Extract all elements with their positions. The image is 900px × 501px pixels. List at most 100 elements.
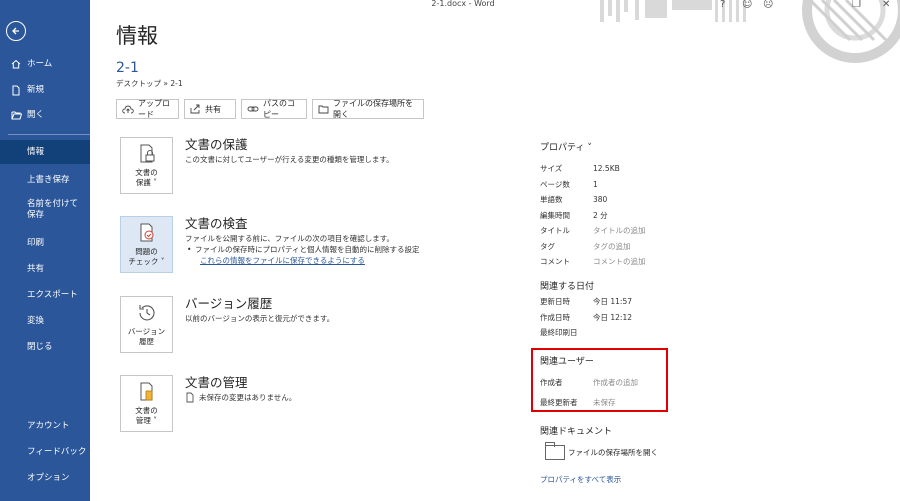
property-key: ページ数 — [540, 179, 570, 189]
property-value: 今日 12:12 — [593, 312, 632, 322]
sidebar-item-label: 名前を付けて保存 — [27, 199, 79, 220]
copy-path-button[interactable]: パスのコピー — [241, 99, 307, 119]
manage-button-label: 文書の 管理 ˅ — [135, 406, 158, 425]
sidebar-item-label: アカウント — [27, 420, 70, 431]
property-key: タイトル — [540, 226, 570, 236]
sidebar-item-print[interactable]: 印刷 — [0, 236, 90, 250]
sidebar-item-label: 上書き保存 — [27, 174, 70, 185]
related-dates-heading: 関連する日付 — [540, 282, 595, 292]
sidebar-item-label: オプション — [27, 472, 70, 483]
share-icon — [190, 104, 201, 114]
restore-window-icon[interactable]: ❐ — [852, 0, 861, 10]
version-history-button-label: バージョン 履歴 — [127, 327, 166, 346]
sidebar-item-info[interactable]: 情報 — [0, 140, 90, 164]
property-key: 単語数 — [540, 195, 563, 205]
inspect-description: ファイルを公開する前に、ファイルの次の項目を確認します。 — [185, 234, 395, 243]
related-documents-heading: 関連ドキュメント — [540, 427, 613, 437]
sidebar-item-close[interactable]: 閉じる — [0, 340, 90, 354]
open-folder-icon — [10, 111, 22, 120]
person-row: 作成者 作成者の追加 — [540, 372, 880, 392]
check-for-issues-button[interactable]: 問題の チェック ˅ — [120, 216, 173, 273]
share-label: 共有 — [205, 104, 221, 114]
sidebar-item-transform[interactable]: 変換 — [0, 314, 90, 328]
sidebar-item-open[interactable]: 開く — [0, 108, 90, 122]
sidebar-item-save-as[interactable]: 名前を付けて保存 — [0, 198, 90, 222]
help-icon[interactable]: ? — [720, 0, 725, 10]
property-value: 1 — [593, 179, 598, 189]
sidebar-item-share[interactable]: 共有 — [0, 262, 90, 276]
property-row: 編集時間 2 分 — [540, 208, 880, 224]
sidebar-item-save[interactable]: 上書き保存 — [0, 173, 90, 187]
property-row: サイズ 12.5KB — [540, 161, 880, 177]
close-window-icon[interactable]: ✕ — [882, 0, 890, 10]
sidebar-item-new[interactable]: 新規 — [0, 83, 90, 97]
open-file-location-label: ファイルの保存場所を開く — [333, 99, 413, 119]
add-author-field[interactable]: 作成者の追加 — [593, 377, 638, 388]
open-file-location-button[interactable]: ファイルの保存場所を開く — [312, 99, 424, 119]
property-key: 作成者 — [540, 377, 563, 387]
sidebar-item-label: 印刷 — [27, 237, 45, 248]
frown-feedback-icon[interactable]: ☹ — [763, 0, 773, 10]
backstage-sidebar: ホーム 新規 開く 情報 上書き保存 名前を付けて保存 印刷 共有 エクスポート… — [0, 0, 90, 501]
date-row: 最終印刷日 — [540, 325, 880, 341]
property-key: サイズ — [540, 164, 563, 174]
share-button[interactable]: 共有 — [184, 99, 236, 119]
folder-icon — [545, 442, 565, 460]
sidebar-item-label: 共有 — [27, 263, 45, 274]
manage-document-section: 文書の 管理 ˅ 文書の管理 未保存の変更はありません。 — [120, 375, 510, 435]
property-value: 2 分 — [593, 210, 608, 220]
back-arrow-icon — [12, 27, 19, 35]
sidebar-item-label: エクスポート — [27, 289, 78, 300]
sidebar-item-label: フィードバック — [27, 446, 87, 457]
section-title: 文書の検査 — [185, 216, 248, 231]
property-key: 編集時間 — [540, 210, 570, 220]
folder-icon — [318, 105, 329, 114]
property-key: 作成日時 — [540, 312, 570, 322]
properties-dropdown[interactable]: プロパティ ˅ — [540, 140, 880, 153]
sidebar-item-export[interactable]: エクスポート — [0, 288, 90, 302]
tags-field[interactable]: タグの追加 — [593, 241, 631, 252]
upload-icon — [122, 105, 134, 114]
lock-document-icon — [140, 144, 154, 163]
property-row: タグ タグの追加 — [540, 239, 880, 255]
sidebar-item-options[interactable]: オプション — [0, 471, 90, 485]
sidebar-item-account[interactable]: アカウント — [0, 419, 90, 433]
version-history-button[interactable]: バージョン 履歴 — [120, 296, 173, 353]
document-action-bar: アップロード 共有 パスのコピー ファイルの保存場所を開く — [116, 99, 424, 119]
section-title: バージョン履歴 — [185, 296, 273, 311]
date-row: 更新日時 今日 11:57 — [540, 294, 880, 310]
sidebar-item-label: 情報 — [27, 146, 45, 157]
version-history-section: バージョン 履歴 バージョン履歴 以前のバージョンの表示と復元ができます。 — [120, 296, 510, 356]
new-document-icon — [10, 85, 22, 96]
breadcrumb: デスクトップ » 2-1 — [116, 79, 183, 88]
title-field[interactable]: タイトルの追加 — [593, 225, 646, 236]
section-description: ファイルを公開する前に、ファイルの次の項目を確認します。 ファイルの保存時にプロ… — [185, 233, 515, 266]
comments-field[interactable]: コメントの追加 — [593, 256, 646, 267]
protect-document-section: 文書の 保護 ˅ 文書の保護 この文書に対してユーザーが行える変更の種類を管理し… — [120, 137, 510, 197]
property-value: 380 — [593, 195, 608, 205]
protect-document-button[interactable]: 文書の 保護 ˅ — [120, 137, 173, 194]
manage-document-button[interactable]: 文書の 管理 ˅ — [120, 375, 173, 432]
open-file-location-link[interactable]: ファイルの保存場所を開く — [545, 442, 658, 460]
property-key: コメント — [540, 257, 570, 267]
related-people-list: 作成者 作成者の追加 最終更新者 未保存 — [540, 372, 880, 412]
show-all-properties-link[interactable]: プロパティをすべて表示 — [540, 474, 621, 485]
sidebar-item-home[interactable]: ホーム — [0, 57, 90, 71]
back-button[interactable] — [6, 21, 26, 41]
upload-button[interactable]: アップロード — [116, 99, 179, 119]
check-issues-button-label: 問題の チェック ˅ — [128, 247, 165, 266]
sidebar-item-feedback[interactable]: フィードバック — [0, 445, 90, 459]
section-title: 文書の管理 — [185, 375, 248, 390]
document-name: 2-1 — [116, 60, 139, 76]
smile-feedback-icon[interactable]: ☺ — [742, 0, 752, 10]
sidebar-divider — [8, 134, 90, 135]
related-dates-list: 更新日時 今日 11:57 作成日時 今日 12:12 最終印刷日 — [540, 294, 880, 341]
manage-description: 未保存の変更はありません。 — [199, 393, 297, 402]
sidebar-item-label: 閉じる — [27, 341, 53, 352]
inspect-document-section: 問題の チェック ˅ 文書の検査 ファイルを公開する前に、ファイルの次の項目を確… — [120, 216, 510, 276]
sidebar-item-label: 新規 — [27, 84, 45, 95]
property-key: 更新日時 — [540, 297, 570, 307]
property-row: コメント コメントの追加 — [540, 254, 880, 270]
allow-save-info-link[interactable]: これらの情報をファイルに保存できるようにする — [185, 255, 515, 266]
person-row: 最終更新者 未保存 — [540, 392, 880, 412]
